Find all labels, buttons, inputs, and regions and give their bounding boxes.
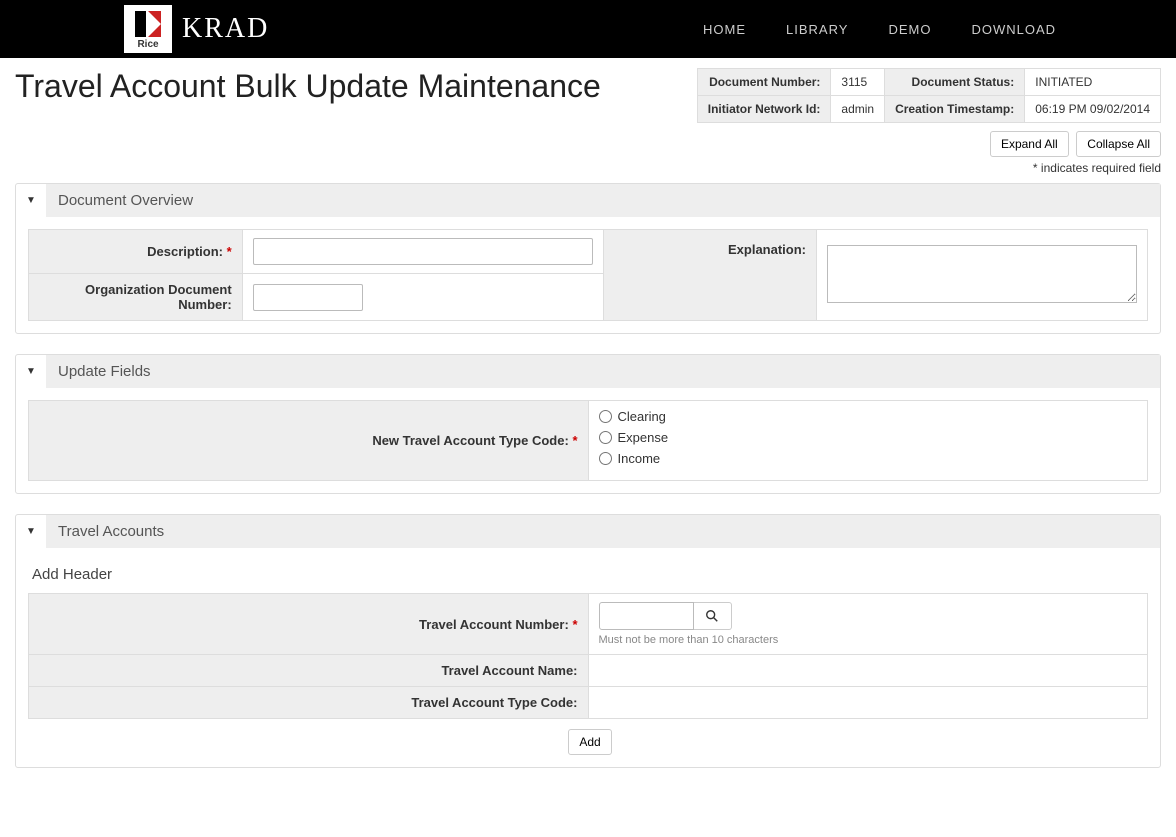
top-nav: HOME LIBRARY DEMO DOWNLOAD [703,22,1176,37]
account-number-hint: Must not be more than 10 characters [599,634,1138,646]
section-title-update: Update Fields [46,355,1160,388]
top-navbar: Rice KRAD HOME LIBRARY DEMO DOWNLOAD [0,0,1176,58]
section-title-overview: Document Overview [46,184,1160,217]
add-header-title: Add Header [32,566,1148,583]
nav-library[interactable]: LIBRARY [786,22,848,37]
disclosure-toggle-overview[interactable]: ▼ [16,195,46,206]
required-field-note: * indicates required field [15,161,1161,175]
radio-income-label: Income [618,451,661,466]
doc-number-label: Document Number: [697,69,831,96]
description-input[interactable] [253,238,593,265]
account-name-value [588,655,1148,687]
type-code-label: New Travel Account Type Code: [372,433,569,448]
rice-logo-icon [133,9,163,39]
timestamp-label: Creation Timestamp: [885,96,1025,123]
section-title-accounts: Travel Accounts [46,515,1160,548]
radio-clearing[interactable] [599,410,612,423]
nav-demo[interactable]: DEMO [888,22,931,37]
document-info-table: Document Number: 3115 Document Status: I… [697,68,1161,123]
radio-expense-label: Expense [618,430,669,445]
doc-number-value: 3115 [831,69,885,96]
nav-download[interactable]: DOWNLOAD [971,22,1056,37]
description-label: Description: [147,244,223,259]
explanation-textarea[interactable] [827,245,1137,303]
disclosure-toggle-update[interactable]: ▼ [16,366,46,377]
nav-home[interactable]: HOME [703,22,746,37]
org-doc-number-label: Organization Document Number: [85,282,232,312]
radio-income[interactable] [599,452,612,465]
radio-expense[interactable] [599,431,612,444]
explanation-label: Explanation: [728,242,806,257]
account-number-lookup-button[interactable] [694,602,732,630]
account-number-input[interactable] [599,602,694,630]
initiator-label: Initiator Network Id: [697,96,831,123]
page-title: Travel Account Bulk Update Maintenance [15,68,601,105]
account-type-label: Travel Account Type Code: [411,695,577,710]
section-update-fields: ▼ Update Fields New Travel Account Type … [15,354,1161,494]
required-asterisk: * [572,433,577,448]
search-icon [705,609,719,623]
logo[interactable]: Rice [124,5,172,53]
add-button[interactable]: Add [568,729,611,755]
brand-title: KRAD [182,13,269,45]
doc-status-label: Document Status: [885,69,1025,96]
org-doc-number-input[interactable] [253,284,363,311]
collapse-all-button[interactable]: Collapse All [1076,131,1161,157]
radio-clearing-label: Clearing [618,409,666,424]
account-name-label: Travel Account Name: [441,663,577,678]
logo-label: Rice [137,39,158,50]
section-document-overview: ▼ Document Overview Description: * Expla… [15,183,1161,334]
section-travel-accounts: ▼ Travel Accounts Add Header Travel Acco… [15,514,1161,768]
initiator-value: admin [831,96,885,123]
timestamp-value: 06:19 PM 09/02/2014 [1025,96,1161,123]
doc-status-value: INITIATED [1025,69,1161,96]
disclosure-toggle-accounts[interactable]: ▼ [16,526,46,537]
expand-all-button[interactable]: Expand All [990,131,1069,157]
account-type-value [588,687,1148,719]
required-asterisk: * [227,244,232,259]
required-asterisk: * [572,617,577,632]
account-number-label: Travel Account Number: [419,617,569,632]
